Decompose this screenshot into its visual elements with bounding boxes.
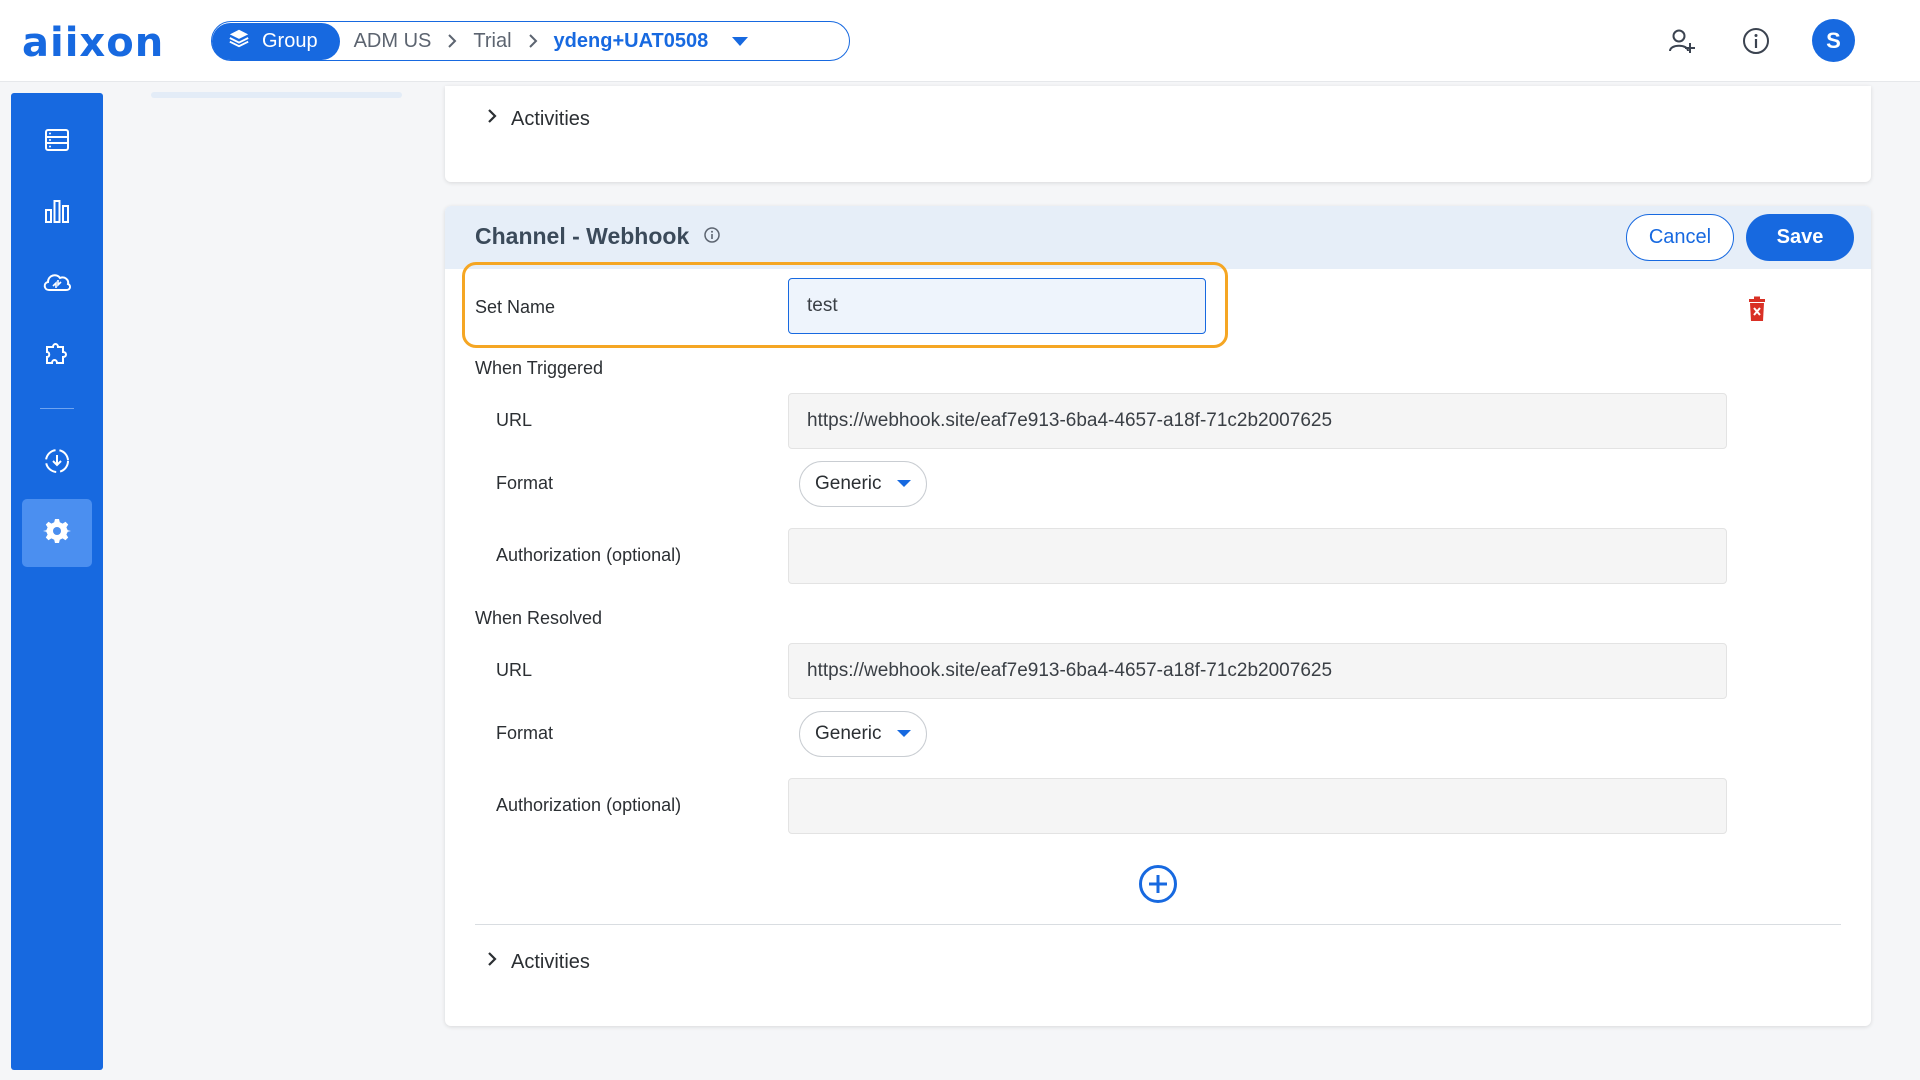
cloud-sync-icon — [41, 267, 73, 302]
activities-toggle[interactable]: Activities — [485, 949, 590, 975]
breadcrumb-item-adm-us[interactable]: ADM US — [340, 30, 446, 53]
breadcrumb-group-label: Group — [262, 29, 318, 52]
user-avatar[interactable]: S — [1812, 19, 1855, 62]
add-condition-icon[interactable] — [1138, 864, 1178, 904]
set-name-label: Set Name — [475, 297, 556, 317]
resolved-auth-input[interactable] — [788, 778, 1727, 834]
secondary-nav-strip — [151, 92, 402, 98]
when-resolved-heading: When Resolved — [475, 608, 603, 628]
breadcrumb-item-trial[interactable]: Trial — [459, 30, 525, 53]
save-button[interactable]: Save — [1746, 214, 1854, 261]
deploy-icon — [42, 446, 72, 481]
activities-label: Activities — [511, 107, 590, 130]
add-user-icon[interactable] — [1665, 24, 1699, 58]
previous-channel-card: Activities — [445, 86, 1871, 182]
triggered-auth-input[interactable] — [788, 528, 1727, 584]
chevron-right-icon — [445, 32, 459, 50]
triggered-auth-label: Authorization (optional) — [496, 545, 682, 565]
cancel-button[interactable]: Cancel — [1626, 214, 1734, 261]
activities-toggle-top[interactable]: Activities — [485, 106, 590, 132]
sidebar-item-deploy[interactable] — [22, 429, 92, 497]
app-logo[interactable]: aiixon — [22, 20, 164, 66]
chevron-right-icon — [526, 32, 540, 50]
triggered-format-select[interactable]: Generic — [799, 461, 927, 507]
resolved-format-select[interactable]: Generic — [799, 711, 927, 757]
puzzle-icon — [42, 338, 72, 373]
devices-icon — [42, 125, 72, 160]
gear-icon — [42, 516, 72, 551]
chevron-right-icon — [485, 949, 499, 975]
section-divider — [475, 924, 1841, 925]
triggered-format-label: Format — [496, 473, 554, 493]
set-name-input[interactable]: test — [788, 278, 1206, 334]
chevron-right-icon — [485, 106, 499, 132]
layers-icon — [228, 27, 250, 55]
webhook-channel-card: Channel - Webhook Cancel Save Set Name t… — [445, 206, 1871, 1026]
caret-down-icon — [896, 473, 912, 495]
sidebar-item-cloud-sync[interactable] — [22, 250, 92, 318]
sidebar-item-plugins[interactable] — [22, 321, 92, 389]
resolved-auth-label: Authorization (optional) — [496, 795, 682, 815]
info-icon[interactable] — [1739, 24, 1773, 58]
triggered-format-value: Generic — [815, 473, 882, 494]
sidebar-item-settings[interactable] — [22, 499, 92, 567]
activities-label: Activities — [511, 950, 590, 973]
triggered-url-input[interactable]: https://webhook.site/eaf7e913-6ba4-4657-… — [788, 393, 1727, 449]
sidebar — [11, 93, 103, 1070]
info-icon[interactable] — [703, 223, 721, 250]
resolved-format-value: Generic — [815, 723, 882, 744]
triggered-url-label: URL — [496, 410, 533, 430]
resolved-format-label: Format — [496, 723, 554, 743]
sidebar-item-analytics[interactable] — [22, 179, 92, 247]
caret-down-icon — [896, 723, 912, 745]
sidebar-divider — [40, 408, 74, 409]
delete-icon[interactable] — [1747, 296, 1767, 327]
sidebar-item-devices[interactable] — [22, 108, 92, 176]
breadcrumb-item-current[interactable]: ydeng+UAT0508 — [540, 30, 723, 53]
top-bar: aiixon Group ADM US Trial ydeng+UAT0508 … — [0, 0, 1920, 82]
channel-title-text: Channel - Webhook — [475, 223, 690, 249]
channel-title: Channel - Webhook — [475, 223, 721, 250]
breadcrumb-group-button[interactable]: Group — [212, 22, 340, 60]
when-triggered-heading: When Triggered — [475, 358, 604, 378]
bar-chart-icon — [42, 196, 72, 231]
resolved-url-input[interactable]: https://webhook.site/eaf7e913-6ba4-4657-… — [788, 643, 1727, 699]
channel-header: Channel - Webhook Cancel Save — [445, 206, 1871, 269]
caret-down-icon[interactable] — [730, 34, 750, 48]
resolved-url-label: URL — [496, 660, 533, 680]
breadcrumb: Group ADM US Trial ydeng+UAT0508 — [211, 21, 850, 61]
